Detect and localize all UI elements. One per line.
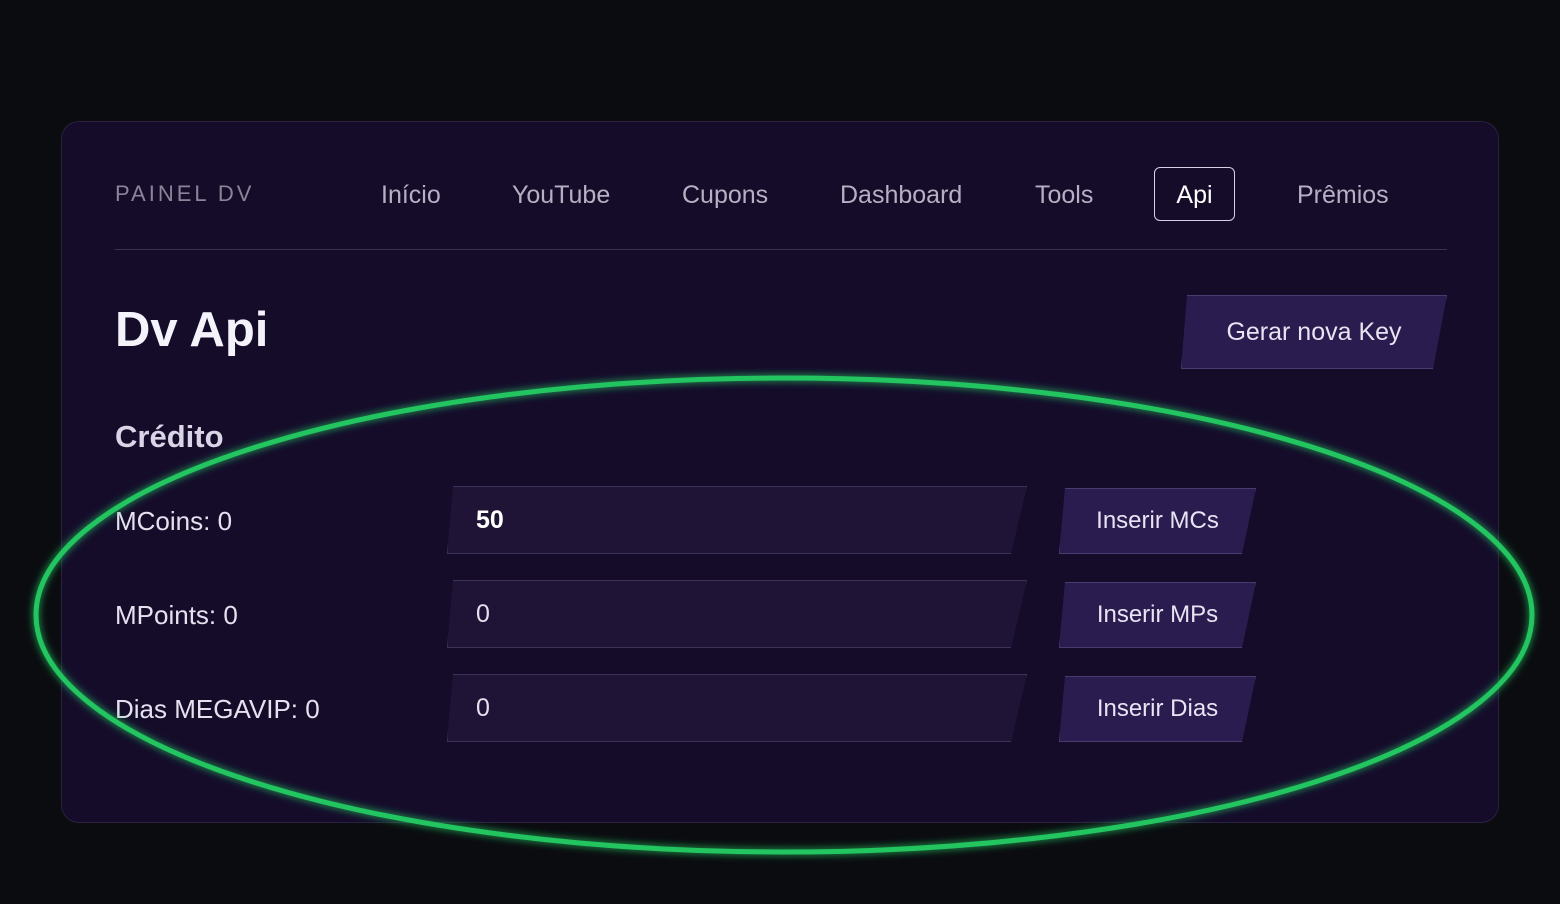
page-title: Dv Api	[115, 303, 269, 357]
megavip-days-input[interactable]	[447, 674, 1027, 742]
mcoins-input[interactable]	[447, 486, 1027, 554]
nav-item-tools[interactable]: Tools	[1013, 167, 1115, 221]
nav-item-inicio[interactable]: Início	[359, 167, 463, 221]
mcoins-input-wrapper	[447, 486, 1027, 554]
generate-key-button[interactable]: Gerar nova Key	[1181, 295, 1447, 369]
insert-mpoints-button[interactable]: Inserir MPs	[1059, 582, 1256, 648]
nav-item-api[interactable]: Api	[1154, 167, 1235, 221]
api-panel-card: PAINEL DV Início YouTube Cupons Dashboar…	[61, 121, 1499, 823]
nav-item-youtube[interactable]: YouTube	[490, 167, 632, 221]
brand-logo-text[interactable]: PAINEL DV	[115, 180, 254, 208]
insert-mcoins-button[interactable]: Inserir MCs	[1059, 488, 1256, 554]
nav-item-premios[interactable]: Prêmios	[1275, 167, 1411, 221]
mpoints-input-wrapper	[447, 580, 1027, 648]
nav-item-dashboard[interactable]: Dashboard	[818, 167, 984, 221]
megavip-days-input-wrapper	[447, 674, 1027, 742]
insert-days-button[interactable]: Inserir Dias	[1059, 676, 1256, 742]
credit-section-title: Crédito	[115, 419, 224, 454]
megavip-days-label: Dias MEGAVIP: 0	[115, 694, 320, 724]
top-nav: PAINEL DV Início YouTube Cupons Dashboar…	[115, 166, 1447, 250]
mcoins-label: MCoins: 0	[115, 506, 233, 536]
nav-item-cupons[interactable]: Cupons	[660, 167, 790, 221]
mpoints-label: MPoints: 0	[115, 600, 238, 630]
mpoints-input[interactable]	[447, 580, 1027, 648]
